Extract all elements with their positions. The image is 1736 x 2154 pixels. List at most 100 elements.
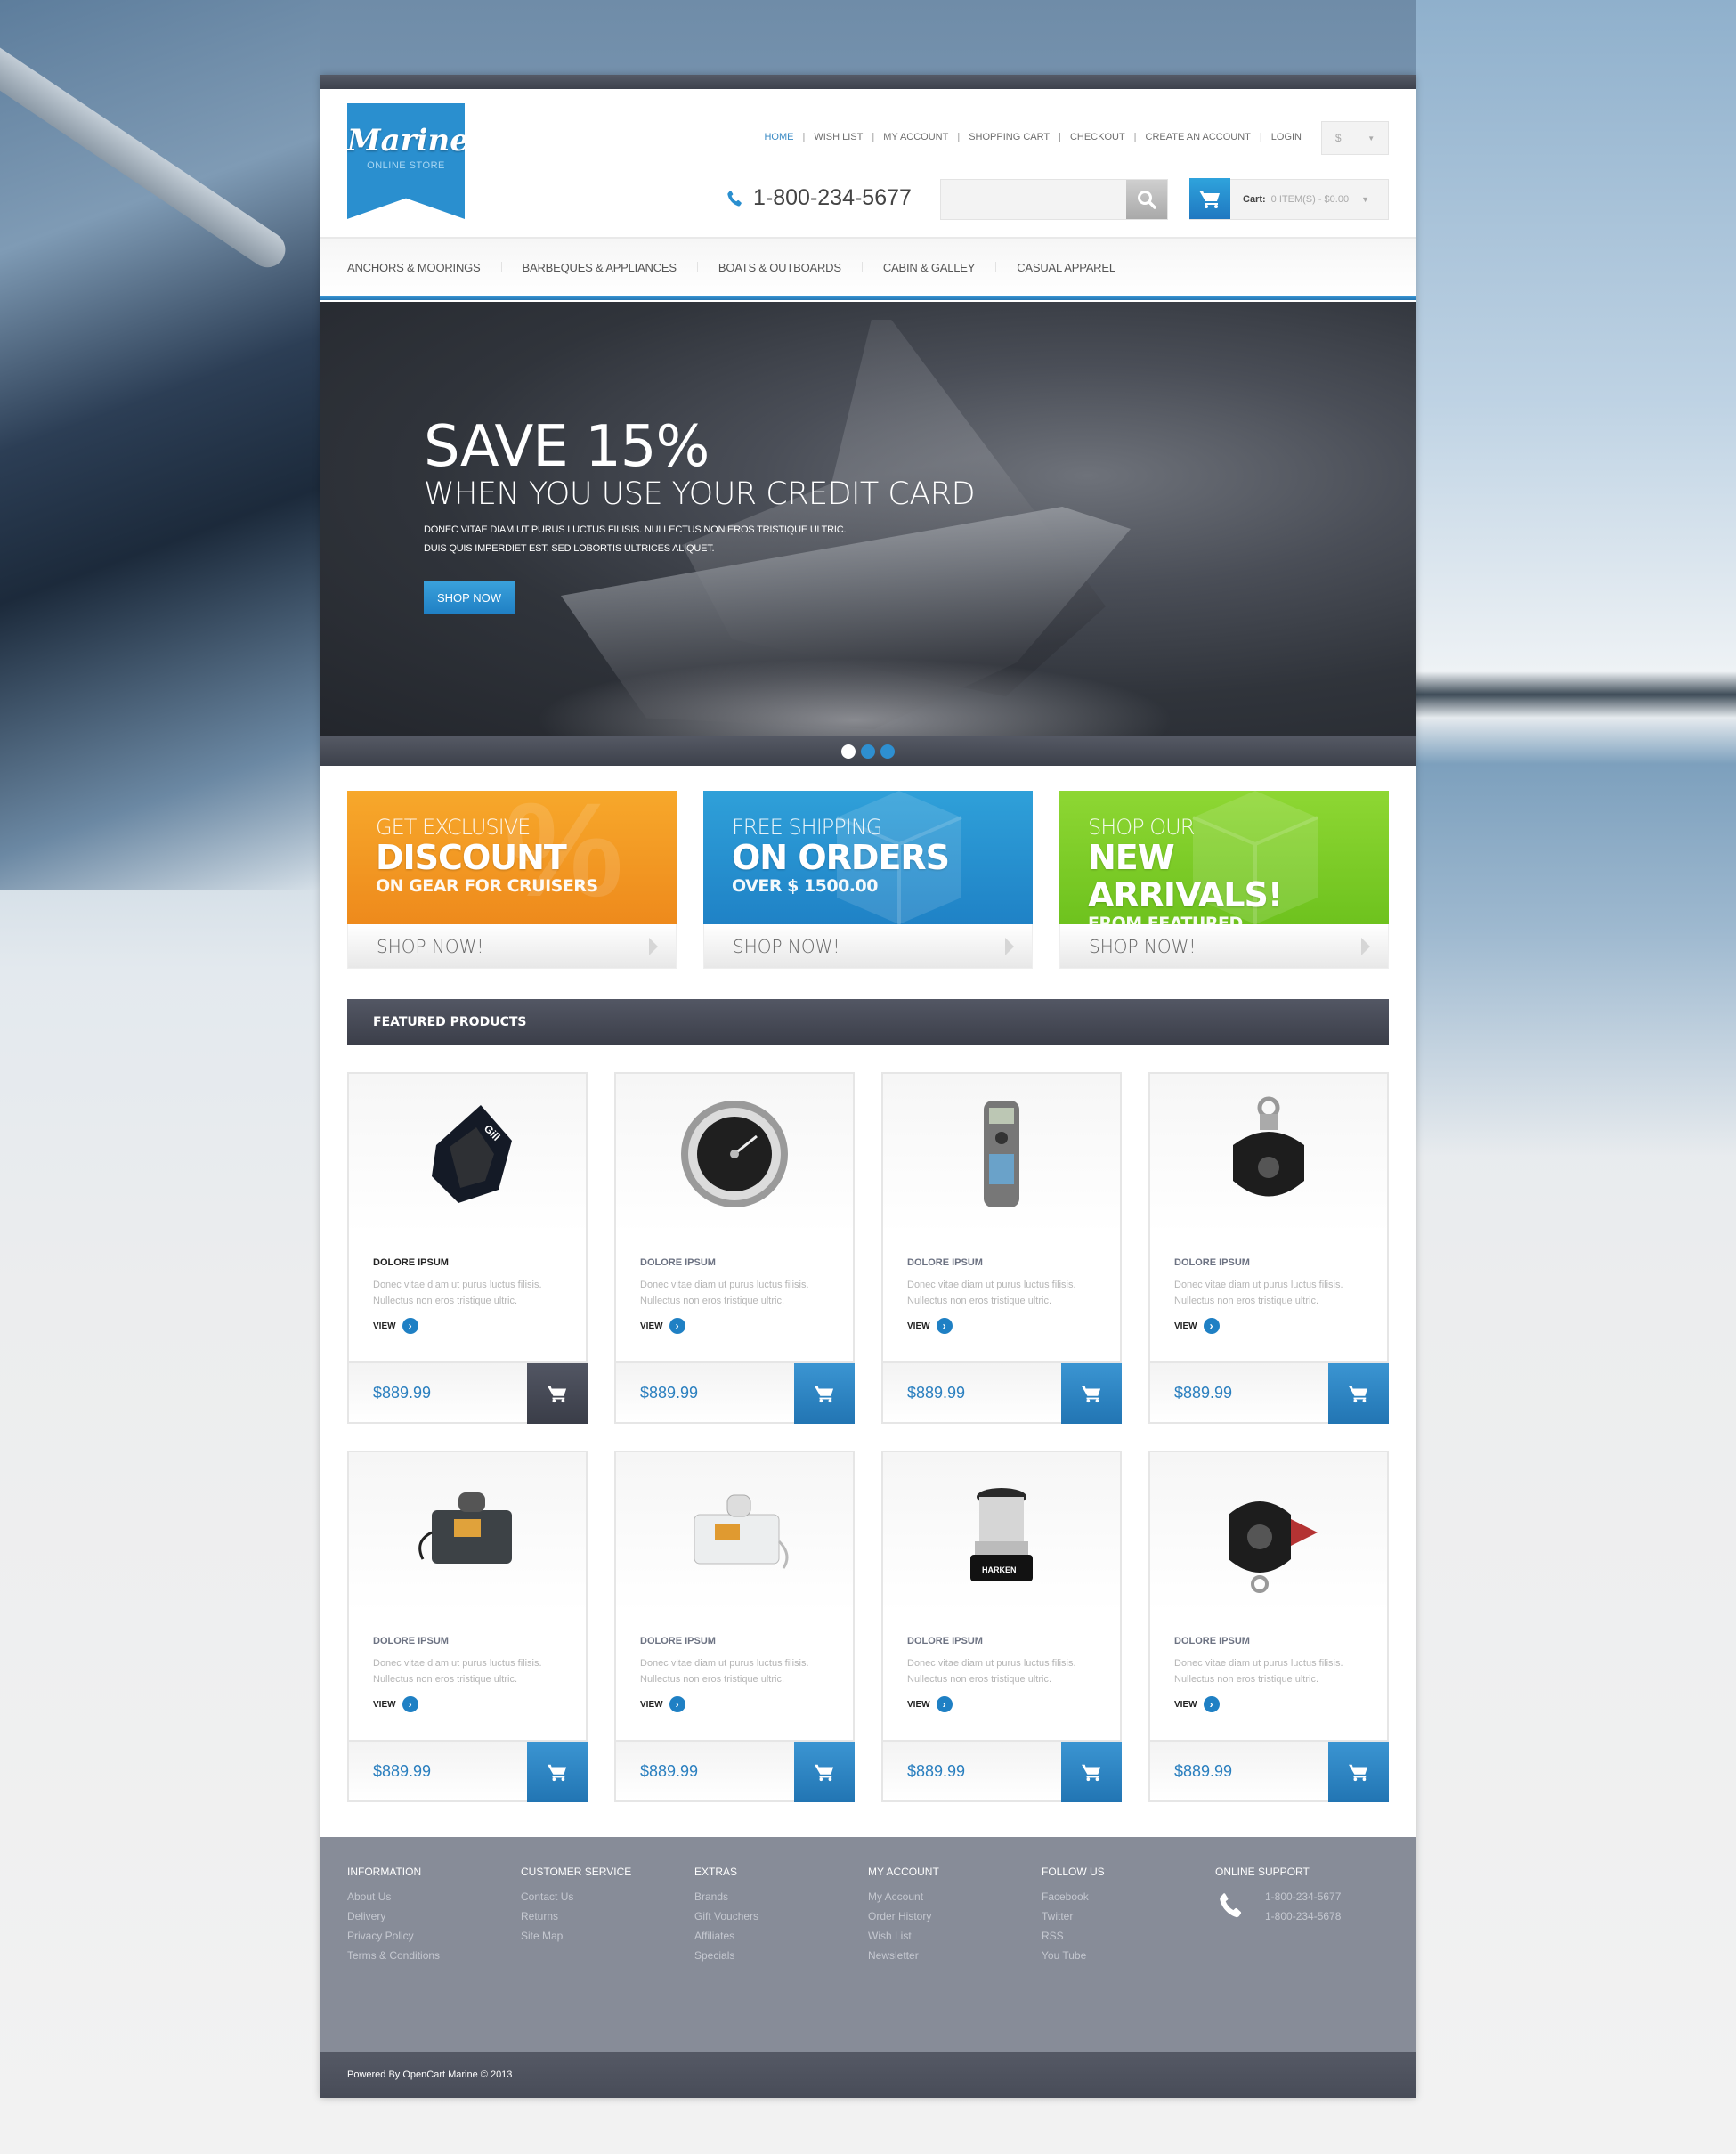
product-image[interactable]: [616, 1074, 853, 1234]
footer-link[interactable]: About Us: [347, 1890, 521, 1903]
add-to-cart-button[interactable]: [1328, 1363, 1389, 1424]
footer-link[interactable]: Newsletter: [868, 1949, 1042, 1962]
product-view-link[interactable]: VIEW ›: [373, 1696, 562, 1712]
footer-link[interactable]: Site Map: [521, 1930, 694, 1942]
product-title[interactable]: DOLORE IPSUM: [373, 1257, 562, 1268]
add-to-cart-button[interactable]: [794, 1742, 855, 1802]
search-button[interactable]: [1126, 180, 1167, 219]
search-box: [940, 179, 1168, 220]
promo-shop-now-button[interactable]: SHOP NOW!: [347, 924, 677, 969]
search-input[interactable]: [941, 180, 1128, 219]
support-phones: 1-800-234-5677 1-800-234-5678: [1215, 1890, 1389, 1930]
logo[interactable]: Marine ONLINE STORE: [347, 103, 465, 219]
footer-link[interactable]: Contact Us: [521, 1890, 694, 1903]
nav-item-boats-outboards[interactable]: BOATS & OUTBOARDS: [718, 261, 841, 274]
top-link-checkout[interactable]: CHECKOUT: [1070, 132, 1125, 142]
add-to-cart-button[interactable]: [1328, 1742, 1389, 1802]
product-image[interactable]: [1150, 1074, 1387, 1234]
top-link-my-account[interactable]: MY ACCOUNT: [883, 132, 948, 142]
slider-dot-2[interactable]: [861, 744, 875, 759]
product-view-link[interactable]: VIEW ›: [640, 1696, 829, 1712]
footer-link-youtube[interactable]: You Tube: [1042, 1949, 1215, 1962]
search-icon: [1136, 189, 1157, 210]
product-view-link[interactable]: VIEW ›: [1174, 1696, 1363, 1712]
slide-shop-now-button[interactable]: SHOP NOW: [424, 581, 515, 614]
cart-dropdown[interactable]: Cart: 0 ITEM(S) - $0.00 ▼: [1189, 178, 1389, 220]
cart-icon: [1081, 1762, 1102, 1782]
cart-icon: [1081, 1384, 1102, 1403]
footer-link-facebook[interactable]: Facebook: [1042, 1890, 1215, 1903]
chevron-down-icon: ▼: [1361, 195, 1370, 204]
product-view-link[interactable]: VIEW ›: [907, 1318, 1096, 1334]
product-image[interactable]: [616, 1452, 853, 1613]
top-link-shopping-cart[interactable]: SHOPPING CART: [969, 132, 1050, 142]
support-phone[interactable]: 1-800-234-5678: [1265, 1910, 1341, 1922]
product-card: HARKEN DOLORE IPSUM Donec vitae diam ut pu…: [881, 1451, 1122, 1802]
footer-link-twitter[interactable]: Twitter: [1042, 1910, 1215, 1922]
top-link-create-account[interactable]: CREATE AN ACCOUNT: [1146, 132, 1251, 142]
add-to-cart-button[interactable]: [527, 1742, 588, 1802]
promo-banner-new-arrivals[interactable]: SHOP OUR NEW ARRIVALS! FROM FEATURED COL…: [1059, 791, 1389, 969]
footer-link[interactable]: Returns: [521, 1910, 694, 1922]
footer-link[interactable]: My Account: [868, 1890, 1042, 1903]
copyright: Powered By OpenCart Marine © 2013: [320, 2052, 1416, 2098]
product-image[interactable]: HARKEN: [883, 1452, 1120, 1613]
product-title[interactable]: DOLORE IPSUM: [907, 1257, 1096, 1268]
footer-link[interactable]: Order History: [868, 1910, 1042, 1922]
footer: INFORMATION About Us Delivery Privacy Po…: [320, 1837, 1416, 2052]
product-view-link[interactable]: VIEW ›: [640, 1318, 829, 1334]
product-image[interactable]: [349, 1452, 586, 1613]
footer-link[interactable]: Privacy Policy: [347, 1930, 521, 1942]
nav-item-barbeques-appliances[interactable]: BARBEQUES & APPLIANCES: [523, 261, 677, 274]
top-links: HOME | WISH LIST | MY ACCOUNT | SHOPPING CA…: [764, 132, 1302, 142]
product-price: $889.99: [373, 1761, 432, 1780]
footer-link[interactable]: Wish List: [868, 1930, 1042, 1942]
product-title[interactable]: DOLORE IPSUM: [640, 1257, 829, 1268]
support-phone[interactable]: 1-800-234-5677: [1265, 1890, 1341, 1903]
promo-shop-now-button[interactable]: SHOP NOW!: [1059, 924, 1389, 969]
footer-link[interactable]: Affiliates: [694, 1930, 868, 1942]
product-card: Gill DOLORE IPSUM Donec vitae diam ut puru…: [347, 1072, 588, 1424]
slider-dot-3[interactable]: [880, 744, 895, 759]
product-title[interactable]: DOLORE IPSUM: [1174, 1636, 1363, 1646]
product-view-link[interactable]: VIEW ›: [1174, 1318, 1363, 1334]
currency-select[interactable]: $ ▼: [1321, 121, 1389, 155]
add-to-cart-button[interactable]: [794, 1363, 855, 1424]
product-image[interactable]: [883, 1074, 1120, 1234]
footer-link[interactable]: Gift Vouchers: [694, 1910, 868, 1922]
footer-link[interactable]: Delivery: [347, 1910, 521, 1922]
product-info: DOLORE IPSUM Donec vitae diam ut purus lu…: [349, 1613, 586, 1712]
product-view-link[interactable]: VIEW ›: [373, 1318, 562, 1334]
product-image[interactable]: [1150, 1452, 1387, 1613]
product-title[interactable]: DOLORE IPSUM: [907, 1636, 1096, 1646]
top-link-home[interactable]: HOME: [764, 132, 793, 142]
footer-link-rss[interactable]: RSS: [1042, 1930, 1215, 1942]
top-link-login[interactable]: LOGIN: [1271, 132, 1302, 142]
divider: |: [872, 132, 875, 142]
arrow-right-icon: [1361, 937, 1370, 955]
nav-item-casual-apparel[interactable]: CASUAL APPAREL: [1017, 261, 1115, 274]
promo-banner-free-shipping[interactable]: FREE SHIPPING ON ORDERS OVER $ 1500.00 S…: [703, 791, 1033, 969]
divider: |: [1059, 132, 1061, 142]
product-title[interactable]: DOLORE IPSUM: [640, 1636, 829, 1646]
promo-shop-now-button[interactable]: SHOP NOW!: [703, 924, 1033, 969]
footer-link[interactable]: Brands: [694, 1890, 868, 1903]
promo-banner-discount[interactable]: % GET EXCLUSIVE DISCOUNT ON GEAR FOR CRU…: [347, 791, 677, 969]
nav-item-anchors-moorings[interactable]: ANCHORS & MOORINGS: [347, 261, 481, 274]
add-to-cart-button[interactable]: [1061, 1742, 1122, 1802]
footer-link[interactable]: Terms & Conditions: [347, 1949, 521, 1962]
product-image[interactable]: Gill: [349, 1074, 586, 1234]
product-title[interactable]: DOLORE IPSUM: [373, 1636, 562, 1646]
top-link-wish-list[interactable]: WISH LIST: [814, 132, 863, 142]
cart-icon: [1198, 188, 1221, 209]
nav-item-cabin-galley[interactable]: CABIN & GALLEY: [883, 261, 976, 274]
add-to-cart-button[interactable]: [1061, 1363, 1122, 1424]
support-numbers: 1-800-234-5677 1-800-234-5678: [1265, 1890, 1341, 1930]
product-info: DOLORE IPSUM Donec vitae diam ut purus lu…: [1150, 1613, 1387, 1712]
add-to-cart-button[interactable]: [527, 1363, 588, 1424]
product-footer: $889.99: [349, 1740, 588, 1802]
slider-dot-1[interactable]: [841, 744, 856, 759]
footer-link[interactable]: Specials: [694, 1949, 868, 1962]
product-title[interactable]: DOLORE IPSUM: [1174, 1257, 1363, 1268]
product-view-link[interactable]: VIEW ›: [907, 1696, 1096, 1712]
